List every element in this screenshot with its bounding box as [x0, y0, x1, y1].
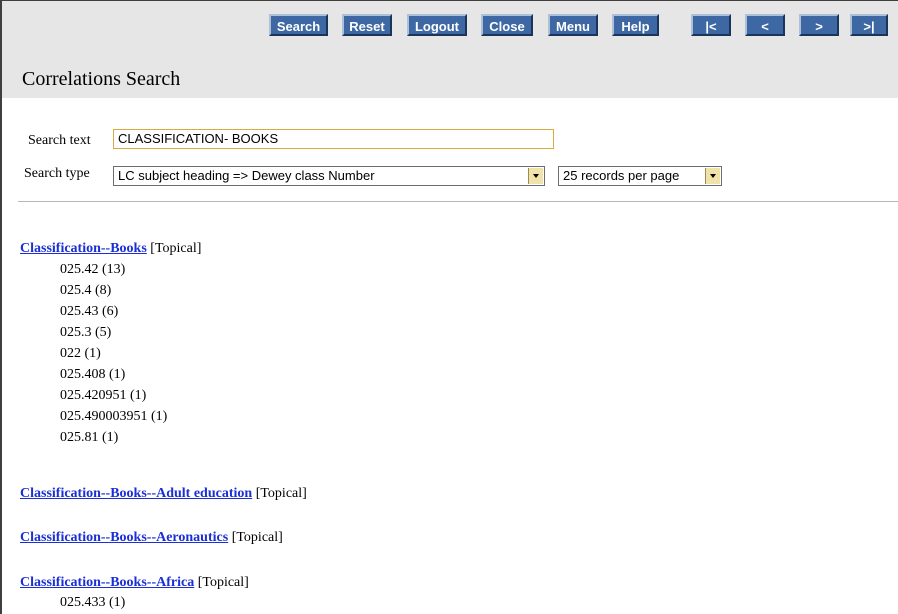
- chevron-down-icon[interactable]: [705, 168, 720, 184]
- heading-link[interactable]: Classification--Books--Africa: [20, 575, 194, 590]
- result-heading: Classification--Books--Aeronautics [Topi…: [20, 528, 283, 547]
- class-number: 025.3 (5): [60, 325, 112, 340]
- search-type-label: Search type: [24, 166, 90, 181]
- heading-link[interactable]: Classification--Books--Adult education: [20, 486, 252, 501]
- records-per-page-select[interactable]: 25 records per page: [558, 166, 722, 186]
- previous-page-button[interactable]: <: [745, 14, 785, 36]
- search-text-label: Search text: [28, 133, 91, 148]
- last-page-button[interactable]: >|: [850, 14, 888, 36]
- next-page-button[interactable]: >: [799, 14, 839, 36]
- logout-button[interactable]: Logout: [407, 14, 467, 36]
- search-text-input[interactable]: CLASSIFICATION- BOOKS: [113, 129, 554, 149]
- class-number: 025.420951 (1): [60, 388, 147, 403]
- result-heading: Classification--Books--Africa [Topical]: [20, 573, 249, 592]
- reset-button[interactable]: Reset: [342, 14, 392, 36]
- heading-type: [Topical]: [231, 530, 283, 545]
- class-number: 025.81 (1): [60, 430, 119, 445]
- page-title: Correlations Search: [22, 68, 181, 90]
- help-button[interactable]: Help: [612, 14, 659, 36]
- records-per-page-value: 25 records per page: [563, 168, 680, 183]
- result-heading: Classification--Books [Topical]: [20, 239, 201, 258]
- heading-type: [Topical]: [197, 575, 249, 590]
- class-number: 025.43 (6): [60, 304, 119, 319]
- close-button[interactable]: Close: [481, 14, 533, 36]
- search-button[interactable]: Search: [269, 14, 328, 36]
- divider: [18, 201, 898, 202]
- heading-type: [Topical]: [150, 241, 202, 256]
- heading-link[interactable]: Classification--Books--Aeronautics: [20, 530, 228, 545]
- first-page-button[interactable]: |<: [691, 14, 731, 36]
- search-type-select[interactable]: LC subject heading => Dewey class Number: [113, 166, 545, 186]
- class-number: 025.490003951 (1): [60, 409, 168, 424]
- heading-type: [Topical]: [255, 486, 307, 501]
- class-number: 025.42 (13): [60, 262, 126, 277]
- class-number: 022 (1): [60, 346, 101, 361]
- header-bar: Search Reset Logout Close Menu Help |< <…: [2, 1, 898, 98]
- heading-link[interactable]: Classification--Books: [20, 241, 147, 256]
- chevron-down-icon[interactable]: [528, 168, 543, 184]
- class-number: 025.408 (1): [60, 367, 126, 382]
- result-heading: Classification--Books--Adult education […: [20, 484, 307, 503]
- menu-button[interactable]: Menu: [548, 14, 598, 36]
- search-type-value: LC subject heading => Dewey class Number: [118, 168, 375, 183]
- class-number: 025.433 (1): [60, 595, 126, 610]
- class-number: 025.4 (8): [60, 283, 112, 298]
